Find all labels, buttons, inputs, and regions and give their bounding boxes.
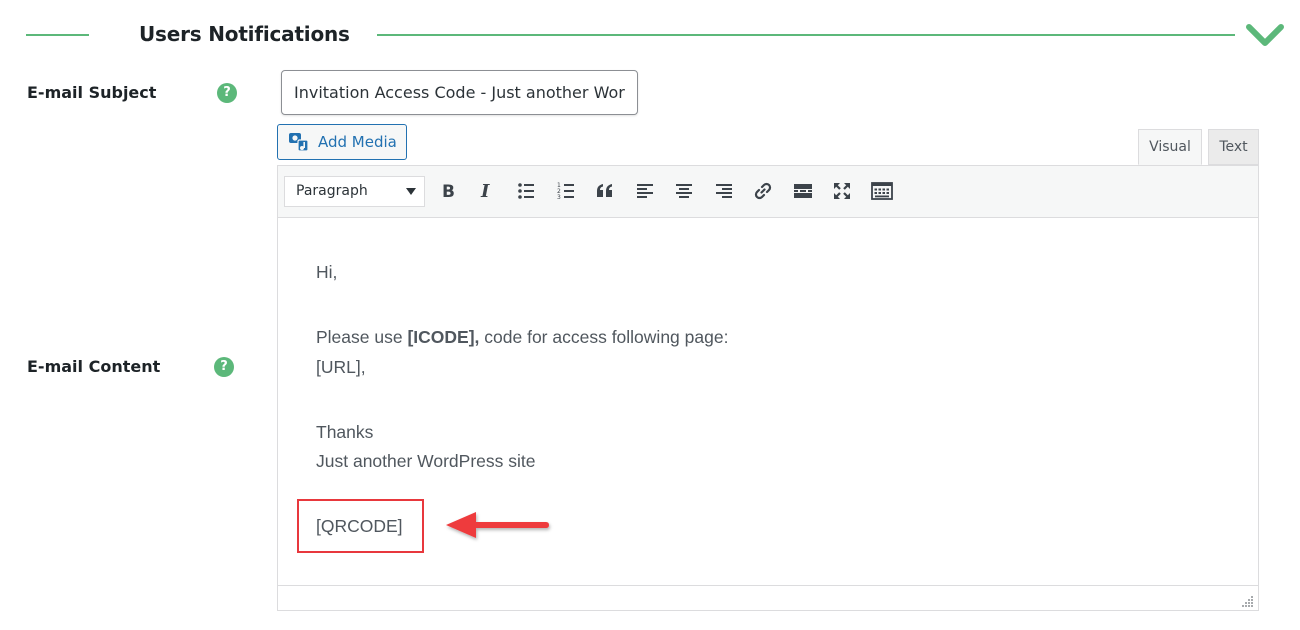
- link-button[interactable]: [748, 176, 778, 206]
- icode-shortcode: [ICODE],: [407, 327, 480, 347]
- editor-content-area[interactable]: Hi, Please use [ICODE], code for access …: [278, 219, 1258, 585]
- align-left-button[interactable]: [630, 176, 660, 206]
- help-icon[interactable]: ?: [217, 83, 237, 103]
- numbered-list-button[interactable]: 1 2 3: [551, 176, 581, 206]
- section-title: Users Notifications: [139, 22, 350, 46]
- chevron-down-icon[interactable]: [1244, 18, 1286, 50]
- svg-text:3: 3: [557, 194, 561, 201]
- email-subject-input[interactable]: [281, 70, 638, 115]
- media-icon: [289, 133, 309, 152]
- bullet-list-button[interactable]: [511, 176, 541, 206]
- format-select-value: Paragraph: [296, 183, 368, 199]
- arrow-left-icon: [446, 512, 549, 538]
- tab-text[interactable]: Text: [1208, 129, 1259, 165]
- bold-button[interactable]: B: [433, 176, 463, 206]
- email-subject-label: E-mail Subject: [27, 83, 157, 102]
- format-select[interactable]: Paragraph: [284, 176, 425, 207]
- content-site-name: Just another WordPress site: [316, 451, 536, 471]
- content-greeting: Hi,: [316, 262, 338, 282]
- instruction-text-end: code for access following page:: [479, 327, 729, 347]
- blockquote-icon: [597, 184, 612, 197]
- read-more-button[interactable]: [788, 176, 818, 206]
- section-divider-right: [377, 34, 1235, 36]
- fullscreen-icon: [834, 183, 850, 199]
- svg-text:B: B: [442, 182, 455, 201]
- read-more-icon: [794, 184, 812, 198]
- content-thanks: Thanks: [316, 422, 374, 442]
- bullet-list-icon: [518, 183, 534, 199]
- align-right-icon: [716, 184, 732, 198]
- help-icon[interactable]: ?: [214, 357, 234, 377]
- email-content-label: E-mail Content: [27, 357, 161, 376]
- fullscreen-button[interactable]: [827, 176, 857, 206]
- align-right-button[interactable]: [709, 176, 739, 206]
- link-icon: [754, 182, 772, 200]
- toolbar-toggle-button[interactable]: [867, 176, 897, 206]
- add-media-button[interactable]: Add Media: [277, 124, 407, 160]
- align-left-icon: [637, 184, 653, 198]
- instruction-text-start: Please use: [316, 327, 408, 347]
- bold-icon: B: [442, 182, 455, 201]
- editor-statusbar: [278, 585, 1258, 610]
- content-instruction: Please use [ICODE], code for access foll…: [316, 327, 728, 348]
- add-media-label: Add Media: [318, 133, 397, 151]
- tab-visual[interactable]: Visual: [1138, 129, 1202, 165]
- align-center-icon: [676, 184, 692, 198]
- numbered-list-icon: 1 2 3: [557, 182, 574, 201]
- editor-toolbar: Paragraph B I 1 2 3: [278, 166, 1258, 218]
- italic-button[interactable]: I: [472, 176, 502, 206]
- align-center-button[interactable]: [669, 176, 699, 206]
- italic-icon: I: [480, 181, 490, 201]
- section-divider-left: [26, 34, 89, 36]
- email-content-editor: Paragraph B I 1 2 3 Hi, Please use [ICOD…: [277, 165, 1259, 611]
- blockquote-button[interactable]: [590, 176, 620, 206]
- toolbar-toggle-icon: [871, 182, 893, 200]
- resize-handle-icon[interactable]: [1242, 595, 1254, 607]
- svg-text:I: I: [480, 181, 490, 201]
- caret-down-icon: [406, 188, 416, 195]
- qrcode-highlight-box: [297, 499, 424, 553]
- url-shortcode: [URL],: [316, 357, 366, 377]
